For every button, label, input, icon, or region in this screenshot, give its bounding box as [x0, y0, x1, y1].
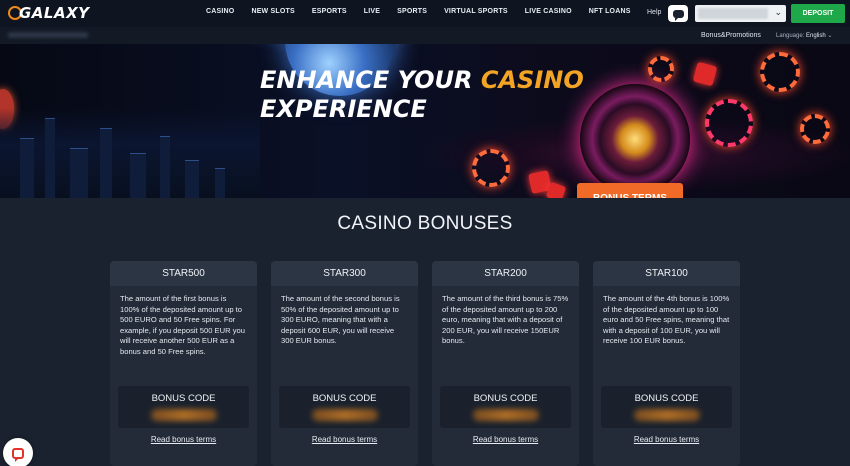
blurred-breadcrumb	[8, 32, 88, 38]
casino-chip-image	[648, 56, 674, 82]
read-bonus-terms-link[interactable]: Read bonus terms	[271, 435, 418, 444]
tower	[70, 148, 88, 198]
nav-new-slots[interactable]: NEW SLOTS	[251, 8, 294, 15]
nav-casino[interactable]: CASINO	[206, 8, 234, 15]
bonus-code-hidden-value	[473, 409, 539, 421]
bonus-code-label: BONUS CODE	[312, 393, 377, 404]
bonus-code-box[interactable]: BONUS CODE	[601, 386, 732, 428]
help-link[interactable]: Help	[647, 9, 661, 16]
read-bonus-terms-link[interactable]: Read bonus terms	[110, 435, 257, 444]
bonus-code-hidden-value	[634, 409, 700, 421]
livechat-button[interactable]	[3, 438, 33, 466]
account-dropdown[interactable]: ⌄	[695, 5, 786, 22]
bonus-code-box[interactable]: BONUS CODE	[440, 386, 571, 428]
deposit-button[interactable]: DEPOSIT	[791, 4, 845, 23]
language-selector[interactable]: Language: English ⌄	[776, 32, 832, 39]
tower	[215, 168, 225, 198]
nav-sports[interactable]: SPORTS	[397, 8, 427, 15]
tower	[20, 138, 34, 198]
tower	[130, 153, 146, 198]
bonus-card-title: STAR100	[593, 261, 740, 286]
nav-live-casino[interactable]: LIVE CASINO	[525, 8, 572, 15]
bonus-card: STAR500 The amount of the first bonus is…	[110, 261, 257, 466]
casino-chip-image	[800, 114, 830, 144]
bonus-code-hidden-value	[151, 409, 217, 421]
chat-icon	[672, 9, 684, 21]
hero-banner: ENHANCE YOUR CASINO EXPERIENCE BONUS TER…	[0, 44, 850, 198]
language-label: Language:	[776, 33, 805, 39]
bonus-card-title: STAR200	[432, 261, 579, 286]
bonus-code-label: BONUS CODE	[634, 393, 699, 404]
livechat-icon	[12, 447, 24, 462]
read-bonus-terms-link[interactable]: Read bonus terms	[593, 435, 740, 444]
tower	[160, 136, 170, 198]
bonus-card-description: The amount of the first bonus is 100% of…	[120, 294, 245, 356]
sub-bar: Bonus&Promotions Language: English ⌄	[0, 27, 850, 44]
chevron-down-icon: ⌄	[774, 7, 782, 17]
casino-chip-image	[705, 99, 753, 147]
casino-chip-image	[760, 52, 800, 92]
logo-text: GALAXY	[19, 4, 90, 22]
banner-title-line1: ENHANCE YOUR	[260, 66, 481, 94]
bonus-code-label: BONUS CODE	[151, 393, 216, 404]
section-title: CASINO BONUSES	[337, 213, 513, 234]
main-nav: CASINO NEW SLOTS ESPORTS LIVE SPORTS VIR…	[206, 8, 648, 15]
nav-nft-loans[interactable]: NFT LOANS	[589, 8, 631, 15]
language-chevron-icon: ⌄	[827, 33, 833, 39]
bonus-card-description: The amount of the second bonus is 50% of…	[281, 294, 400, 346]
bonus-terms-button[interactable]: BONUS TERMS	[577, 183, 683, 198]
tower	[45, 118, 55, 198]
tower	[185, 160, 199, 198]
bonus-card-description: The amount of the 4th bonus is 100% of t…	[603, 294, 730, 346]
read-bonus-terms-link[interactable]: Read bonus terms	[432, 435, 579, 444]
bonus-card-title: STAR300	[271, 261, 418, 286]
banner-title: ENHANCE YOUR CASINO EXPERIENCE	[260, 66, 584, 124]
dice-image	[692, 61, 718, 87]
banner-title-line2: EXPERIENCE	[260, 95, 427, 123]
account-blurred-value	[698, 8, 768, 19]
casino-chip-image	[472, 149, 510, 187]
bonus-card-title: STAR500	[110, 261, 257, 286]
top-bar: GALAXY CASINO NEW SLOTS ESPORTS LIVE SPO…	[0, 0, 850, 27]
language-value: English	[806, 33, 826, 39]
chat-button[interactable]	[668, 5, 688, 22]
nav-live[interactable]: LIVE	[364, 8, 380, 15]
nav-virtual-sports[interactable]: VIRTUAL SPORTS	[444, 8, 508, 15]
tower	[100, 128, 112, 198]
bonus-card: STAR300 The amount of the second bonus i…	[271, 261, 418, 466]
bonus-card-description: The amount of the third bonus is 75% of …	[442, 294, 569, 346]
roulette-wheel-image	[580, 84, 690, 194]
banner-title-accent: CASINO	[480, 66, 584, 94]
bonus-code-box[interactable]: BONUS CODE	[279, 386, 410, 428]
bonus-code-hidden-value	[312, 409, 378, 421]
bonus-code-box[interactable]: BONUS CODE	[118, 386, 249, 428]
nav-esports[interactable]: ESPORTS	[312, 8, 347, 15]
bonus-code-label: BONUS CODE	[473, 393, 538, 404]
city-skyline-image	[0, 108, 260, 198]
bonus-card: STAR200 The amount of the third bonus is…	[432, 261, 579, 466]
galaxy-logo[interactable]: GALAXY	[8, 4, 90, 22]
bonus-card: STAR100 The amount of the 4th bonus is 1…	[593, 261, 740, 466]
bonus-promotions-link[interactable]: Bonus&Promotions	[701, 32, 761, 39]
